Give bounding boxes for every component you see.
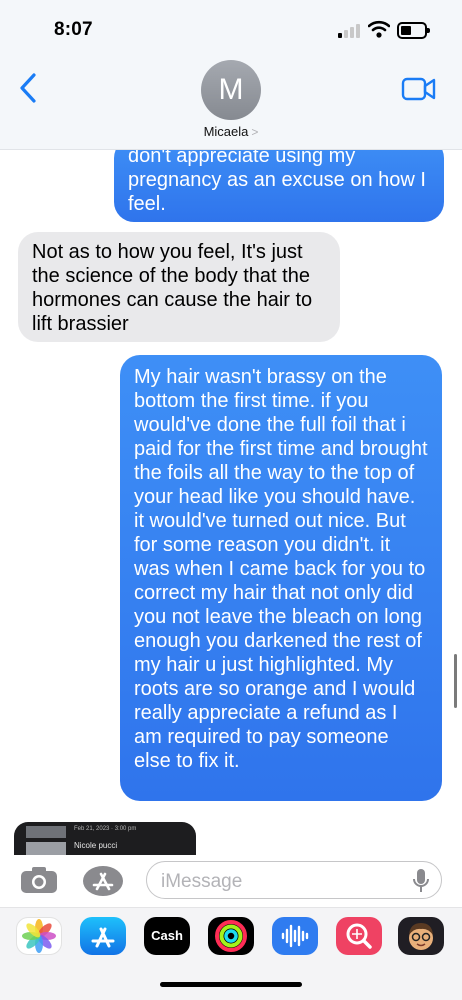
cash-app-icon[interactable]: Cash — [144, 917, 190, 955]
camera-button[interactable] — [20, 866, 58, 894]
contact-name-button[interactable]: Micaela > — [0, 124, 462, 139]
image-search-icon[interactable] — [336, 917, 382, 955]
cash-app-label: Cash — [151, 928, 183, 943]
contact-avatar[interactable]: M — [201, 60, 261, 120]
link-preview-card[interactable]: Feb 21, 2023 · 3:00 pm Nicole pucci — [14, 822, 196, 855]
fitness-app-icon[interactable] — [208, 917, 254, 955]
back-button[interactable] — [14, 70, 42, 106]
contact-name: Micaela — [203, 124, 249, 139]
sent-message-bubble[interactable]: My hair wasn't brassy on the bottom the … — [120, 355, 442, 801]
preview-thumbnail — [26, 842, 66, 855]
facetime-button[interactable] — [401, 76, 437, 107]
compose-bar: iMessage — [0, 855, 462, 907]
apps-button[interactable] — [80, 864, 126, 898]
scroll-indicator[interactable] — [454, 654, 457, 708]
app-store-icon — [83, 866, 123, 896]
chevron-right-icon: > — [251, 125, 259, 139]
received-message-bubble[interactable]: Not as to how you feel, It's just the sc… — [18, 232, 340, 342]
preview-name: Nicole pucci — [74, 841, 118, 850]
memoji-icon[interactable] — [398, 917, 444, 955]
photos-app-icon[interactable] — [16, 917, 62, 955]
chevron-left-icon — [20, 73, 36, 103]
preview-thumbnail — [26, 826, 66, 838]
message-placeholder: iMessage — [161, 871, 243, 892]
status-time: 8:07 — [54, 19, 93, 40]
message-list[interactable]: don't appreciate using my pregnancy as a… — [0, 150, 462, 855]
camera-icon — [21, 867, 57, 893]
status-bar: 8:07 — [0, 0, 462, 58]
battery-icon — [397, 22, 430, 39]
audio-message-icon[interactable] — [272, 917, 318, 955]
sent-message-bubble[interactable]: don't appreciate using my pregnancy as a… — [114, 150, 444, 222]
preview-date: Feb 21, 2023 · 3:00 pm — [74, 826, 137, 832]
app-store-app-icon[interactable] — [80, 917, 126, 955]
home-indicator — [160, 982, 302, 987]
message-input[interactable]: iMessage — [146, 861, 442, 899]
video-camera-icon — [401, 77, 436, 101]
wifi-icon — [367, 20, 391, 43]
cellular-signal-icon — [338, 24, 360, 38]
microphone-icon[interactable] — [413, 868, 429, 899]
